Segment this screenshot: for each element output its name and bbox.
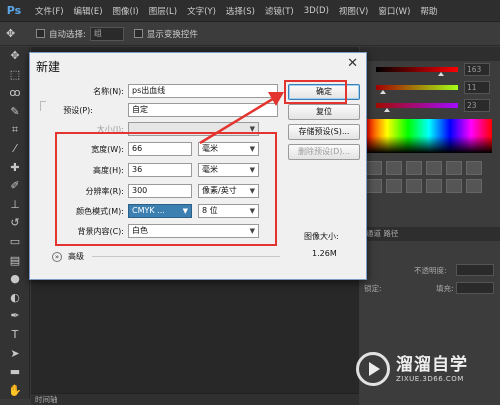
annotation-arrow — [199, 92, 284, 145]
arrow-line — [199, 95, 277, 145]
